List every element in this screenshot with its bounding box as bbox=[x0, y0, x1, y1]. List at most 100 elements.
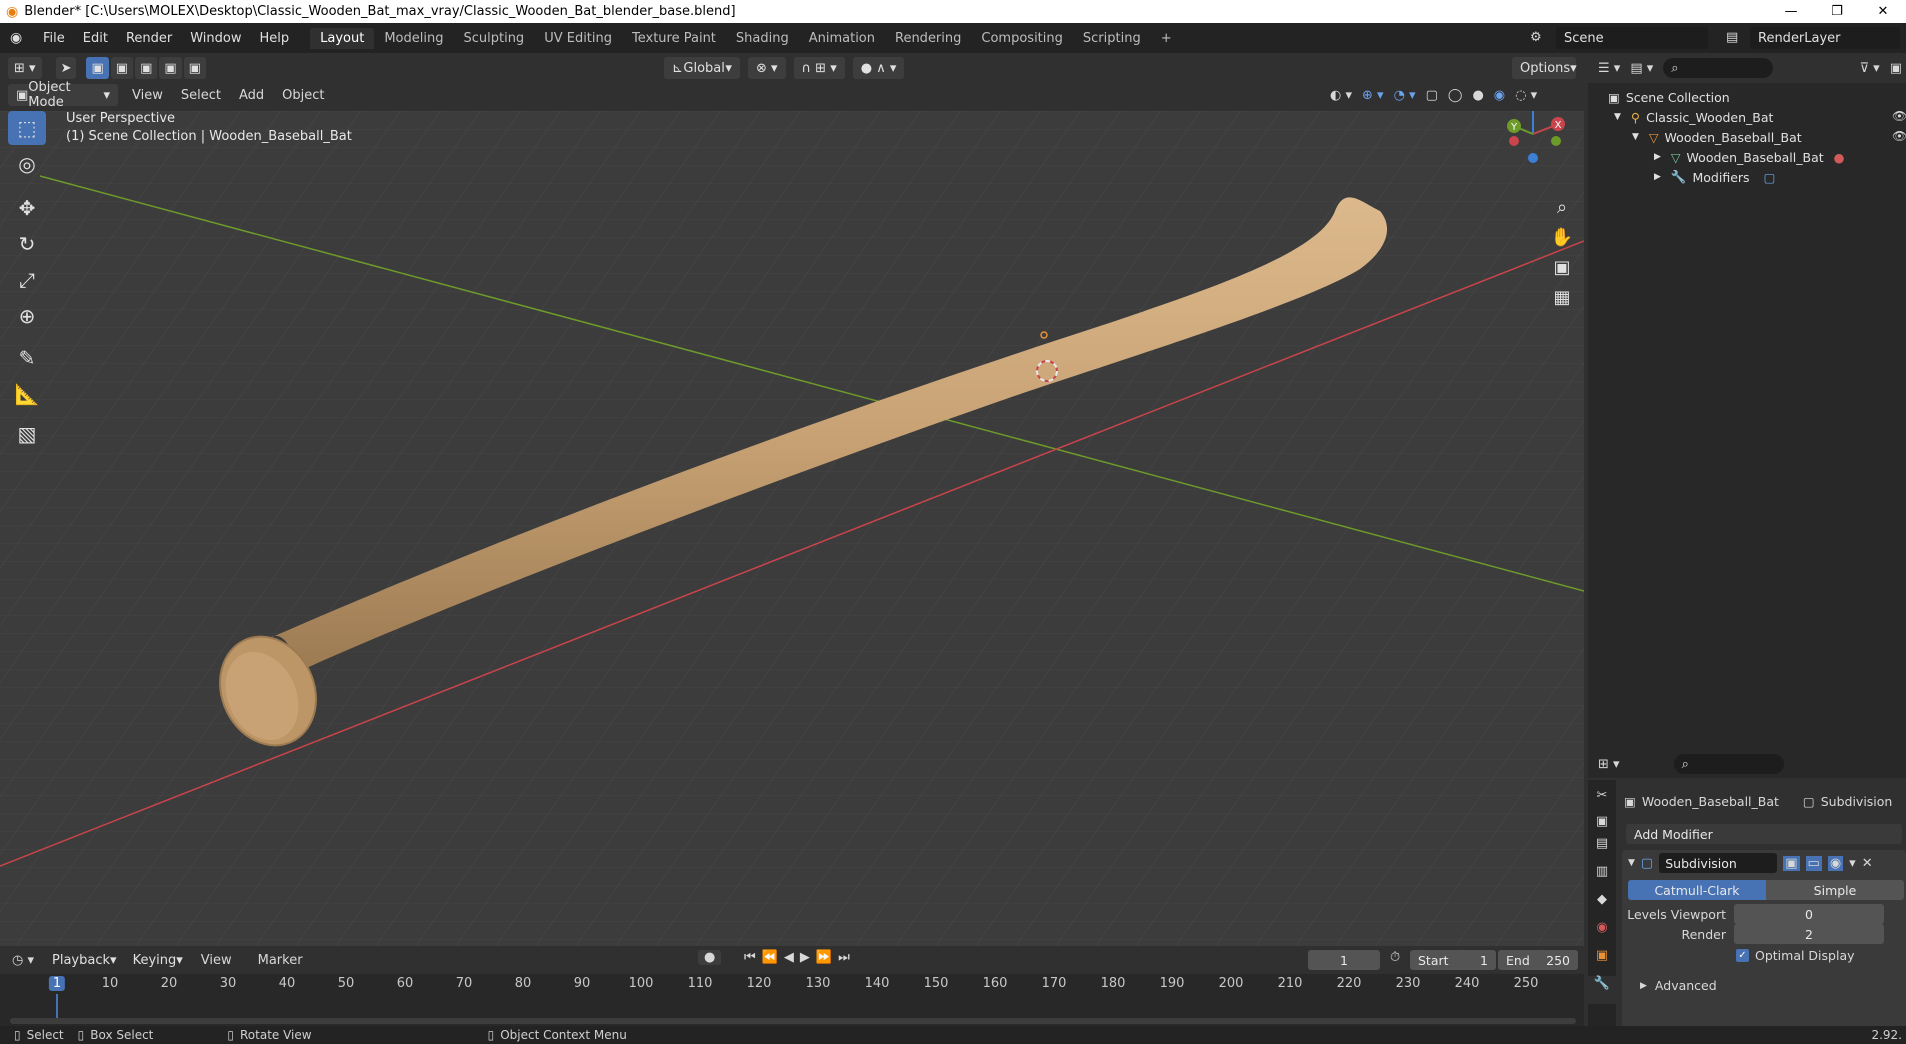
expand-arrow-icon[interactable]: ▶ bbox=[1654, 152, 1661, 162]
expand-arrow-icon[interactable]: ▼ bbox=[1614, 112, 1621, 122]
camera-icon[interactable]: ▣ bbox=[1548, 252, 1576, 282]
keying-menu[interactable]: Keying ▾ bbox=[125, 949, 191, 971]
modifier-tab-icon[interactable]: 🔧 bbox=[1588, 976, 1616, 1004]
tab-scripting[interactable]: Scripting bbox=[1073, 28, 1151, 49]
tab-sculpting[interactable]: Sculpting bbox=[453, 28, 534, 49]
viewport-toggle-icon[interactable]: ▭ bbox=[1805, 855, 1822, 871]
render-levels-field[interactable]: 2 bbox=[1734, 924, 1884, 944]
play-icon[interactable]: ▶ bbox=[800, 950, 810, 965]
tab-uv-editing[interactable]: UV Editing bbox=[534, 28, 622, 49]
outliner-search-input[interactable]: ⌕ bbox=[1663, 58, 1774, 78]
jump-keyframe-back-icon[interactable]: ⏪ bbox=[762, 950, 778, 965]
playback-menu[interactable]: Playback ▾ bbox=[44, 949, 125, 971]
gizmo-toggle-icon[interactable]: ⊕ ▾ bbox=[1362, 88, 1384, 103]
filter-icon[interactable]: ⊽ ▾ bbox=[1860, 61, 1880, 76]
collapse-arrow-icon[interactable]: ▼ bbox=[1628, 858, 1635, 868]
visibility-eye-icon[interactable]: 👁 bbox=[1892, 109, 1906, 123]
maximize-button[interactable]: ❐ bbox=[1814, 0, 1860, 23]
expand-arrow-icon[interactable]: ▶ bbox=[1654, 172, 1661, 182]
simple-button[interactable]: Simple bbox=[1766, 880, 1904, 900]
output-tab-icon[interactable]: ▤ bbox=[1588, 836, 1616, 864]
menu-select[interactable]: Select bbox=[181, 88, 221, 103]
scene-tab-icon[interactable]: ◆ bbox=[1588, 892, 1616, 920]
visibility-icon[interactable]: ◐ ▾ bbox=[1330, 88, 1352, 103]
tab-compositing[interactable]: Compositing bbox=[971, 28, 1073, 49]
view-layer-tab-icon[interactable]: ▥ bbox=[1588, 864, 1616, 892]
timeline-area[interactable]: 1 10 20 30 40 50 60 70 80 90 100 110 120… bbox=[0, 974, 1584, 1026]
material-shading-icon[interactable]: ◉ bbox=[1494, 88, 1505, 103]
outliner-editor-icon[interactable]: ☰ ▾ bbox=[1598, 61, 1620, 76]
start-frame-field[interactable]: Start 1 bbox=[1410, 950, 1496, 970]
navigation-gizmo[interactable]: Z X Y bbox=[1498, 111, 1568, 169]
timeline-scrollbar[interactable] bbox=[10, 1018, 1576, 1024]
cursor-tool[interactable]: ◎ bbox=[8, 147, 46, 181]
render-tab-icon[interactable]: ▣ bbox=[1588, 808, 1616, 836]
xray-toggle-icon[interactable]: ▢ bbox=[1426, 88, 1438, 103]
select-tool-button[interactable]: ➤ bbox=[55, 57, 77, 79]
jump-start-icon[interactable]: ⏮ bbox=[744, 950, 756, 965]
scale-tool[interactable]: ⤢ bbox=[8, 263, 46, 297]
tab-shading[interactable]: Shading bbox=[726, 28, 799, 49]
add-modifier-button[interactable]: Add Modifier bbox=[1626, 824, 1902, 844]
rotate-tool[interactable]: ↻ bbox=[8, 227, 46, 261]
catmull-clark-button[interactable]: Catmull-Clark bbox=[1628, 880, 1766, 900]
tab-rendering[interactable]: Rendering bbox=[885, 28, 971, 49]
blender-menu-icon[interactable]: ◉ bbox=[10, 30, 22, 46]
select-extend-button[interactable]: ▣ bbox=[110, 57, 134, 79]
modifier-subdivision-icon[interactable]: ▢ bbox=[1764, 170, 1776, 185]
close-button[interactable]: ✕ bbox=[1860, 0, 1906, 23]
overlay-toggle-icon[interactable]: ◔ ▾ bbox=[1394, 88, 1416, 103]
select-intersect-button[interactable]: ▣ bbox=[183, 57, 206, 79]
menu-view[interactable]: View bbox=[132, 88, 163, 103]
edit-mode-toggle-icon[interactable]: ▣ bbox=[1783, 855, 1800, 871]
rendered-shading-icon[interactable]: ◌ ▾ bbox=[1515, 88, 1537, 103]
tab-texture-paint[interactable]: Texture Paint bbox=[622, 28, 726, 49]
snap-toggle[interactable]: ∩ ⊞ ▾ bbox=[793, 57, 845, 79]
menu-help[interactable]: Help bbox=[251, 31, 299, 46]
minimize-button[interactable]: — bbox=[1768, 0, 1814, 23]
menu-window[interactable]: Window bbox=[181, 31, 250, 46]
expand-arrow-icon[interactable]: ▼ bbox=[1632, 132, 1639, 142]
add-workspace-button[interactable]: + bbox=[1151, 28, 1182, 49]
zoom-icon[interactable]: ⌕ bbox=[1548, 192, 1576, 222]
transform-tool[interactable]: ⊕ bbox=[8, 299, 46, 333]
timeline-menu-view[interactable]: View bbox=[201, 953, 232, 968]
options-dropdown[interactable]: Options ▾ bbox=[1512, 57, 1577, 79]
chevron-down-icon[interactable]: ▾ bbox=[1849, 856, 1856, 871]
menu-add[interactable]: Add bbox=[239, 88, 264, 103]
pan-hand-icon[interactable]: ✋ bbox=[1548, 222, 1576, 252]
pivot-point-dropdown[interactable]: ⊗ ▾ bbox=[747, 57, 786, 79]
close-icon[interactable]: ✕ bbox=[1862, 856, 1873, 871]
properties-editor-icon[interactable]: ⊞ ▾ bbox=[1598, 757, 1620, 772]
proportional-edit-toggle[interactable]: ● ∧ ▾ bbox=[852, 57, 905, 79]
menu-edit[interactable]: Edit bbox=[74, 31, 117, 46]
select-box-tool[interactable]: ⬚ bbox=[8, 111, 46, 145]
menu-render[interactable]: Render bbox=[117, 31, 181, 46]
wireframe-shading-icon[interactable]: ◯ bbox=[1448, 88, 1463, 103]
object-tab-icon[interactable]: ▣ bbox=[1588, 948, 1616, 976]
tree-item-modifiers[interactable]: ▶ 🔧 Modifiers ▢ bbox=[1654, 167, 1775, 187]
menu-file[interactable]: File bbox=[34, 31, 74, 46]
current-frame-field[interactable]: 1 bbox=[1308, 950, 1380, 970]
tab-layout[interactable]: Layout bbox=[310, 27, 375, 49]
levels-viewport-field[interactable]: 0 bbox=[1734, 904, 1884, 924]
play-reverse-icon[interactable]: ◀ bbox=[784, 950, 794, 965]
optimal-display-checkbox[interactable]: ✓ bbox=[1736, 949, 1749, 962]
visibility-eye-icon[interactable]: 👁 bbox=[1892, 129, 1906, 143]
tool-tab-icon[interactable]: ✂ bbox=[1588, 780, 1616, 808]
select-subtract-button[interactable]: ▣ bbox=[135, 57, 158, 79]
display-mode-icon[interactable]: ▤ ▾ bbox=[1630, 61, 1653, 76]
stopwatch-icon[interactable]: ⏱ bbox=[1390, 950, 1400, 965]
tree-root-scene-collection[interactable]: ▣ Scene Collection bbox=[1608, 87, 1730, 107]
jump-keyframe-forward-icon[interactable]: ⏩ bbox=[816, 950, 832, 965]
measure-tool[interactable]: 📐 bbox=[8, 377, 46, 411]
menu-object[interactable]: Object bbox=[282, 88, 324, 103]
select-new-button[interactable]: ▣ bbox=[86, 57, 109, 79]
view-layer-selector[interactable]: RenderLayer bbox=[1750, 27, 1900, 49]
tree-item-object[interactable]: ▼ ▽ Wooden_Baseball_Bat bbox=[1632, 127, 1802, 147]
record-button[interactable]: ● bbox=[698, 950, 722, 965]
properties-search-input[interactable]: ⌕ bbox=[1673, 754, 1784, 774]
render-toggle-icon[interactable]: ◉ bbox=[1827, 855, 1844, 871]
modifier-name-input[interactable]: Subdivision bbox=[1659, 853, 1778, 873]
timeline-editor-icon[interactable]: ◷ ▾ bbox=[12, 953, 34, 968]
